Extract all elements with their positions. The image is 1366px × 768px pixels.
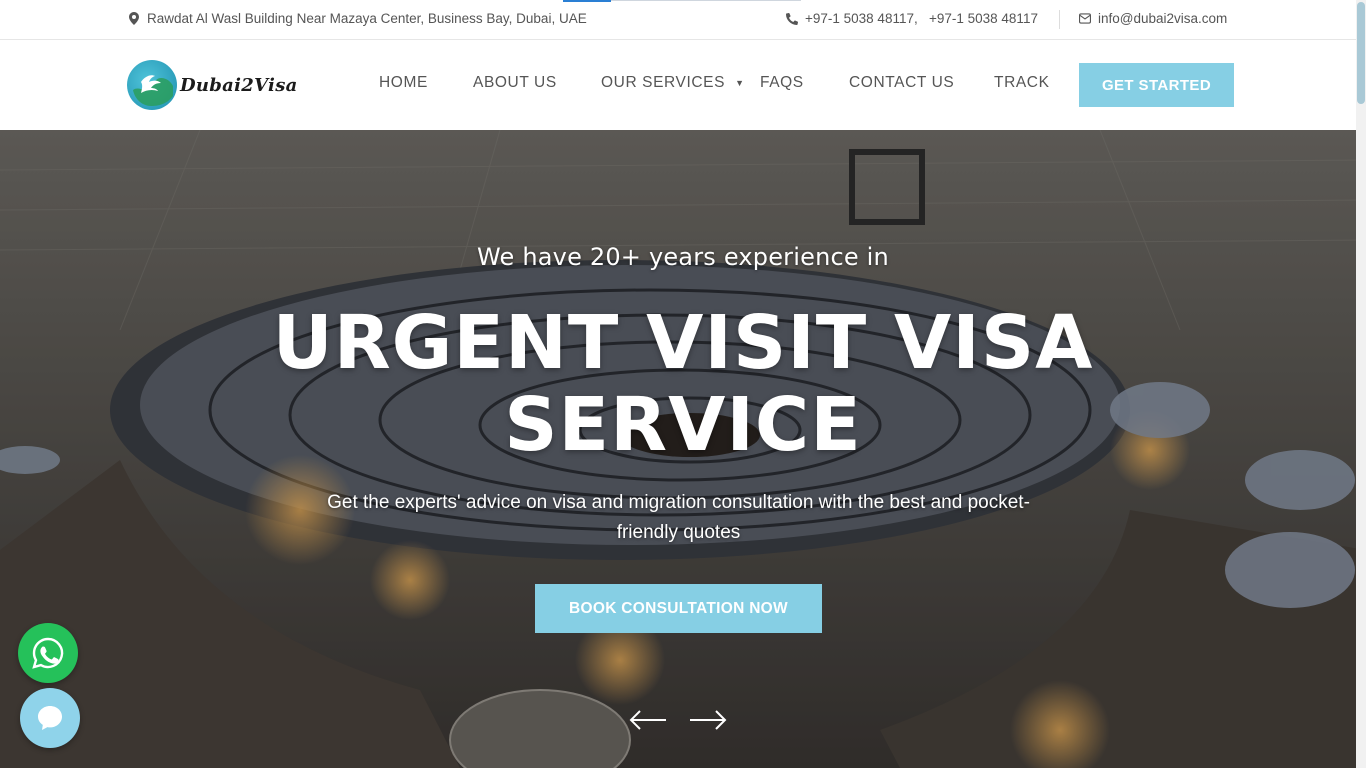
nav-track[interactable]: TRACK [994,74,1050,92]
email-text[interactable]: info@dubai2visa.com [1098,11,1227,26]
site-logo[interactable]: Dubai2Visa [127,60,298,110]
hero-title: URGENT VISIT VISA SERVICE [272,300,1094,468]
site-header: Dubai2Visa HOME ABOUT US OUR SERVICES ▼ F… [0,40,1366,130]
logo-globe-icon [127,60,177,110]
map-marker-icon [128,12,140,26]
hero-subtitle: We have 20+ years experience in [477,243,889,271]
chat-widget-button[interactable] [20,688,80,748]
nav-home[interactable]: HOME [379,74,428,92]
slider-prev-arrow-icon[interactable] [628,706,668,734]
envelope-icon [1079,12,1091,26]
chat-bubble-icon [38,706,62,730]
book-consultation-button[interactable]: BOOK CONSULTATION NOW [535,584,822,633]
address-text: Rawdat Al Wasl Building Near Mazaya Cent… [147,11,587,26]
slider-next-arrow-icon[interactable] [688,706,728,734]
logo-text: Dubai2Visa [180,74,298,96]
whatsapp-button[interactable] [18,623,78,683]
whatsapp-icon [32,637,64,669]
email-info[interactable]: info@dubai2visa.com [1079,11,1227,26]
topbar-divider [1059,10,1060,29]
top-accent-line [563,0,611,2]
top-accent-line-secondary [611,0,801,1]
phone-info[interactable]: +97-1 5038 48117, +97-1 5038 48117 [786,11,1038,26]
caret-down-icon: ▼ [735,77,745,88]
nav-our-services[interactable]: OUR SERVICES ▼ [601,74,745,92]
phone-icon [786,12,798,26]
phone-text[interactable]: +97-1 5038 48117, +97-1 5038 48117 [805,11,1038,26]
top-info-bar: Rawdat Al Wasl Building Near Mazaya Cent… [0,0,1366,40]
address-info: Rawdat Al Wasl Building Near Mazaya Cent… [128,11,587,26]
nav-contact-us[interactable]: CONTACT US [849,74,954,92]
get-started-button[interactable]: GET STARTED [1079,63,1234,107]
nav-faqs[interactable]: FAQS [760,74,804,92]
scrollbar-thumb[interactable] [1357,2,1365,104]
page-scrollbar[interactable] [1356,0,1366,768]
nav-about-us[interactable]: ABOUT US [473,74,557,92]
hero-banner: We have 20+ years experience in URGENT V… [0,130,1366,768]
hero-description: Get the experts' advice on visa and migr… [327,492,1030,543]
nav-our-services-label: OUR SERVICES [601,74,726,91]
